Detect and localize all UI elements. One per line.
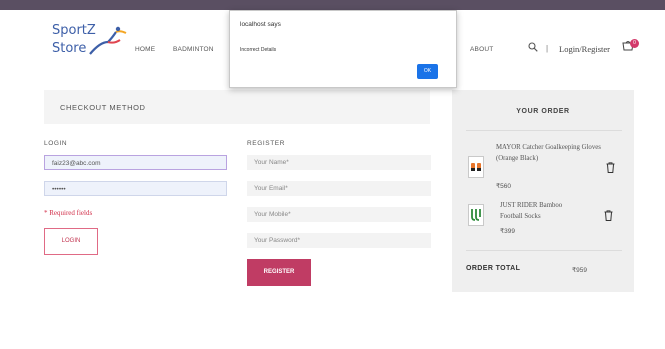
order-item-price: ₹560 — [496, 183, 511, 190]
site-logo[interactable]: SportZ Store — [52, 24, 132, 68]
gloves-product-image[interactable] — [468, 156, 484, 178]
login-button[interactable]: LOGIN — [44, 228, 98, 255]
register-email-input[interactable]: Your Email* — [247, 181, 431, 196]
login-heading: LOGIN — [44, 140, 68, 147]
header-separator: | — [546, 44, 549, 53]
register-password-input[interactable]: Your Password* — [247, 233, 431, 248]
top-bar — [0, 0, 665, 10]
required-fields-note: * Required fields — [44, 209, 93, 217]
gloves-icon — [471, 163, 481, 171]
checkout-method-title: CHECKOUT METHOD — [60, 103, 146, 112]
order-summary-panel: YOUR ORDER MAYOR Catcher Goalkeeping Glo… — [452, 90, 634, 292]
order-total-value: ₹959 — [572, 267, 587, 274]
register-button[interactable]: REGISTER — [247, 259, 311, 286]
order-item-name[interactable]: MAYOR Catcher Goalkeeping Gloves (Orange… — [496, 142, 610, 164]
register-heading: REGISTER — [247, 140, 286, 147]
login-register-link[interactable]: Login/Register — [559, 44, 610, 54]
nav-badminton[interactable]: BADMINTON — [173, 46, 214, 53]
login-password-field[interactable]: •••••• — [44, 181, 227, 196]
order-item-name[interactable]: JUST RIDER Bamboo Football Socks — [500, 200, 586, 222]
login-email-field[interactable]: faiz23@abc.com — [44, 155, 227, 170]
trash-icon[interactable] — [604, 210, 613, 221]
logo-text-line2: Store — [52, 41, 87, 56]
alert-dialog: localhost says Incorrect Details OK — [229, 10, 457, 88]
register-name-input[interactable]: Your Name* — [247, 155, 431, 170]
register-mobile-input[interactable]: Your Mobile* — [247, 207, 431, 222]
order-divider — [466, 130, 622, 131]
search-icon[interactable] — [528, 42, 538, 52]
alert-message: Incorrect Details — [240, 47, 277, 53]
socks-product-image[interactable] — [468, 204, 484, 226]
nav-about[interactable]: ABOUT — [470, 46, 493, 53]
checkout-method-header: CHECKOUT METHOD — [44, 90, 430, 124]
alert-ok-button[interactable]: OK — [417, 64, 438, 79]
socks-icon — [471, 209, 481, 221]
order-title: YOUR ORDER — [516, 108, 570, 115]
total-divider — [466, 250, 622, 251]
order-item-price: ₹399 — [500, 228, 515, 235]
trash-icon[interactable] — [606, 162, 615, 173]
order-total-label: ORDER TOTAL — [466, 265, 521, 272]
nav-home[interactable]: HOME — [135, 46, 155, 53]
cart-count-badge: 0 — [630, 39, 639, 48]
alert-title: localhost says — [240, 21, 281, 28]
runner-logo-icon — [89, 26, 127, 55]
